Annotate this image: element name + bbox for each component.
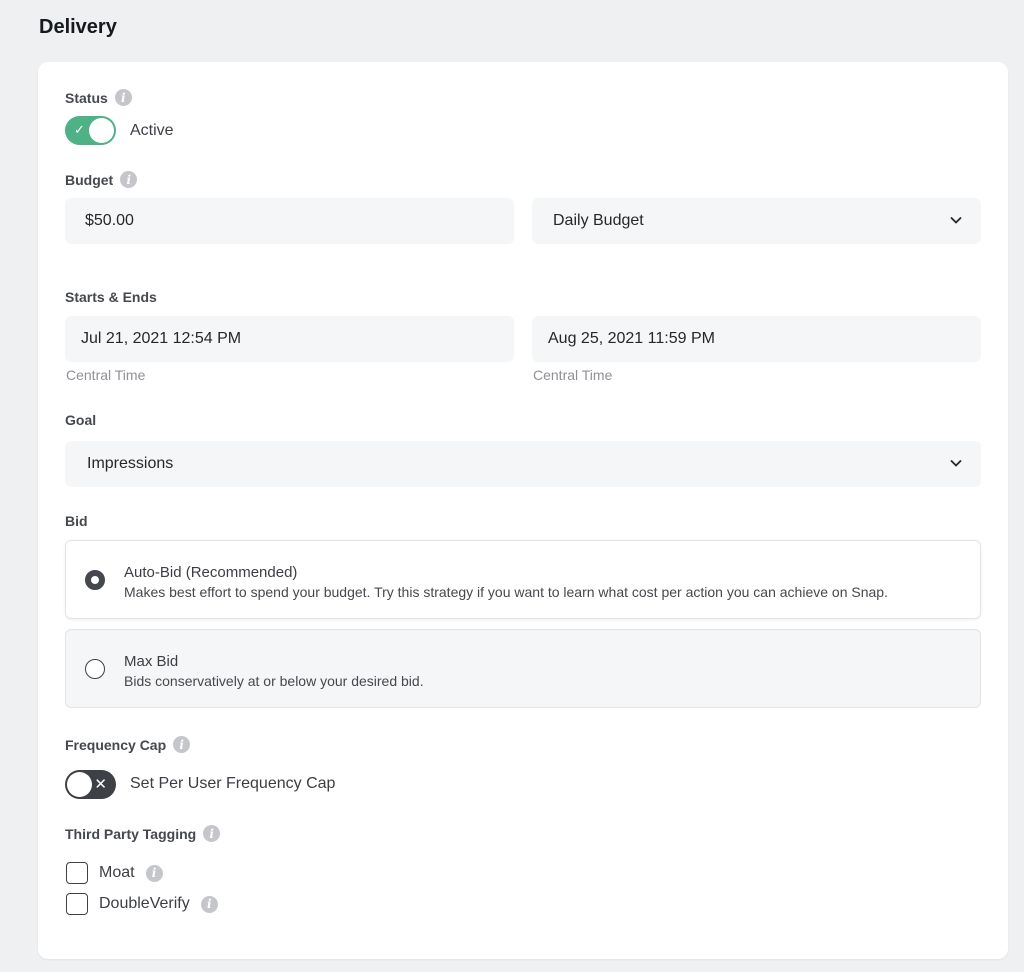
- bid-option-auto[interactable]: Auto-Bid (Recommended) Makes best effort…: [65, 540, 981, 619]
- status-toggle[interactable]: ✓: [65, 116, 116, 145]
- bid-option-max[interactable]: Max Bid Bids conservatively at or below …: [65, 629, 981, 708]
- info-icon[interactable]: i: [200, 895, 218, 913]
- budget-label-row: Budget i: [65, 171, 138, 188]
- info-icon[interactable]: i: [203, 825, 221, 842]
- checkbox-label: DoubleVerify: [99, 895, 190, 912]
- bid-label: Bid: [65, 513, 88, 529]
- checkbox-label: Moat: [99, 864, 135, 881]
- info-icon[interactable]: i: [120, 171, 138, 188]
- frequency-cap-label: Frequency Cap: [65, 736, 167, 753]
- budget-label: Budget: [65, 171, 114, 188]
- end-date-input[interactable]: Aug 25, 2021 11:59 PM: [532, 316, 981, 362]
- checkbox-doubleverify-row[interactable]: DoubleVerify i: [66, 893, 218, 915]
- radio-max-bid[interactable]: [85, 659, 105, 679]
- page-title: Delivery: [39, 16, 117, 38]
- bid-option-title: Max Bid: [124, 653, 179, 670]
- frequency-cap-toggle[interactable]: ✕: [65, 770, 116, 799]
- x-icon: ✕: [94, 776, 107, 793]
- chevron-down-icon: [950, 216, 962, 224]
- status-toggle-text: Active: [130, 122, 174, 139]
- bid-option-description: Bids conservatively at or below your des…: [124, 673, 424, 689]
- info-icon[interactable]: i: [173, 736, 191, 753]
- third-party-tagging-label: Third Party Tagging: [65, 825, 197, 842]
- bid-option-title: Auto-Bid (Recommended): [124, 564, 298, 581]
- third-party-tagging-label-row: Third Party Tagging i: [65, 825, 221, 842]
- goal-select[interactable]: Impressions: [65, 441, 981, 487]
- checkbox-doubleverify[interactable]: [66, 893, 88, 915]
- frequency-cap-label-row: Frequency Cap i: [65, 736, 191, 753]
- goal-label: Goal: [65, 412, 97, 428]
- goal-value: Impressions: [87, 455, 174, 472]
- toggle-knob: [67, 772, 92, 797]
- bid-label-row: Bid: [65, 513, 88, 529]
- end-timezone: Central Time: [533, 367, 613, 383]
- check-icon: ✓: [74, 122, 85, 137]
- info-icon[interactable]: i: [145, 864, 163, 882]
- end-date-value: Aug 25, 2021 11:59 PM: [548, 330, 715, 347]
- checkbox-moat-row[interactable]: Moat i: [66, 862, 163, 884]
- frequency-cap-toggle-text: Set Per User Frequency Cap: [130, 775, 336, 792]
- checkbox-moat[interactable]: [66, 862, 88, 884]
- start-date-input[interactable]: Jul 21, 2021 12:54 PM: [65, 316, 514, 362]
- start-timezone: Central Time: [66, 367, 146, 383]
- bid-option-description: Makes best effort to spend your budget. …: [124, 584, 888, 600]
- schedule-label: Starts & Ends: [65, 289, 157, 305]
- toggle-knob: [89, 118, 114, 143]
- budget-type-select[interactable]: Daily Budget: [532, 198, 981, 244]
- info-icon[interactable]: i: [114, 89, 132, 106]
- status-label-row: Status i: [65, 89, 132, 106]
- start-date-value: Jul 21, 2021 12:54 PM: [81, 330, 242, 347]
- radio-auto-bid[interactable]: [85, 570, 105, 590]
- budget-amount-input[interactable]: $50.00: [65, 198, 514, 244]
- schedule-label-row: Starts & Ends: [65, 289, 157, 305]
- status-label: Status: [65, 89, 108, 106]
- delivery-card: Status i ✓ Active Budget i $50.00 Daily …: [38, 62, 1008, 959]
- budget-amount-value: $50.00: [85, 212, 134, 229]
- budget-type-value: Daily Budget: [553, 212, 644, 229]
- chevron-down-icon: [950, 459, 962, 467]
- goal-label-row: Goal: [65, 412, 96, 428]
